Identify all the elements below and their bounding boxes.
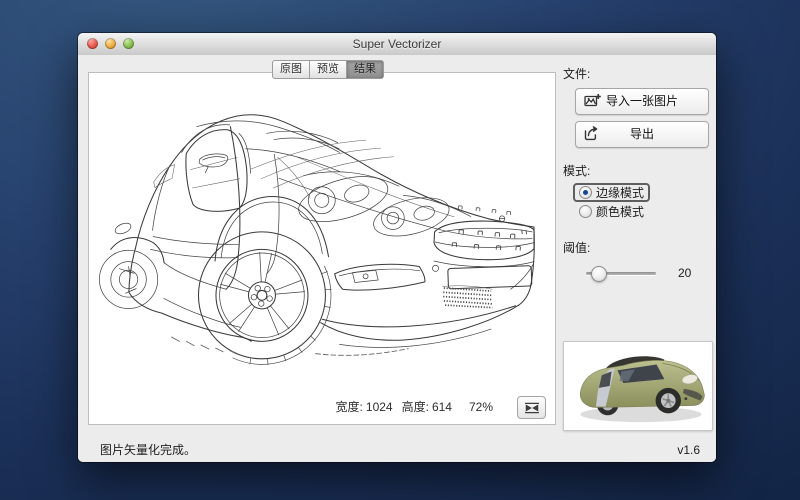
import-image-label: 导入一张图片 <box>606 94 678 108</box>
threshold-slider-row: 20 <box>577 266 709 280</box>
result-canvas: 宽度:1024 高度:614 72% <box>88 72 556 425</box>
status-message: 图片矢量化完成。 <box>100 438 196 462</box>
threshold-slider-knob[interactable] <box>591 266 607 282</box>
view-tab-bar: 原图 预览 结果 <box>272 60 384 79</box>
controls-sidebar: 文件: 导入一张图片 <box>563 65 709 280</box>
file-section-label: 文件: <box>563 65 709 82</box>
height-value: 614 <box>432 400 452 414</box>
fit-to-window-button[interactable] <box>517 396 546 419</box>
titlebar[interactable]: Super Vectorizer <box>78 33 716 56</box>
radio-color-mode-label: 颜色模式 <box>596 203 644 220</box>
import-image-button[interactable]: 导入一张图片 <box>575 88 709 115</box>
import-image-icon <box>584 93 601 108</box>
tab-result[interactable]: 结果 <box>347 60 384 79</box>
radio-circle <box>579 186 592 199</box>
original-car-photo <box>564 342 710 428</box>
radio-color-mode[interactable]: 颜色模式 <box>573 202 650 221</box>
app-window: Super Vectorizer 原图 预览 结果 <box>78 33 716 462</box>
threshold-section-label: 阈值: <box>563 239 709 256</box>
tab-original[interactable]: 原图 <box>272 60 310 79</box>
threshold-value: 20 <box>678 266 691 280</box>
window-title: Super Vectorizer <box>78 33 716 55</box>
mode-options: 边缘模式 颜色模式 <box>573 183 709 221</box>
desktop-background: Super Vectorizer 原图 预览 结果 <box>0 0 800 500</box>
export-label: 导出 <box>630 127 654 141</box>
mode-section-label: 模式: <box>563 162 709 179</box>
export-button[interactable]: 导出 <box>575 121 709 148</box>
width-label: 宽度: <box>336 400 363 414</box>
zoom-percent: 72% <box>469 400 493 414</box>
radio-circle <box>579 205 592 218</box>
width-value: 1024 <box>366 400 393 414</box>
app-version: v1.6 <box>677 438 700 462</box>
threshold-slider-track[interactable] <box>586 272 656 275</box>
fit-to-window-icon <box>524 402 540 414</box>
image-info: 宽度:1024 高度:614 72% <box>333 398 493 415</box>
window-content: 原图 预览 结果 <box>78 55 716 462</box>
export-icon <box>584 126 601 141</box>
tab-preview[interactable]: 预览 <box>310 60 347 79</box>
radio-edge-mode-label: 边缘模式 <box>596 184 644 201</box>
status-bar: 图片矢量化完成。 v1.6 <box>78 438 716 462</box>
vectorized-car-artwork <box>91 77 551 399</box>
height-label: 高度: <box>402 400 429 414</box>
radio-edge-mode[interactable]: 边缘模式 <box>573 183 650 202</box>
original-image-thumbnail <box>563 341 713 431</box>
